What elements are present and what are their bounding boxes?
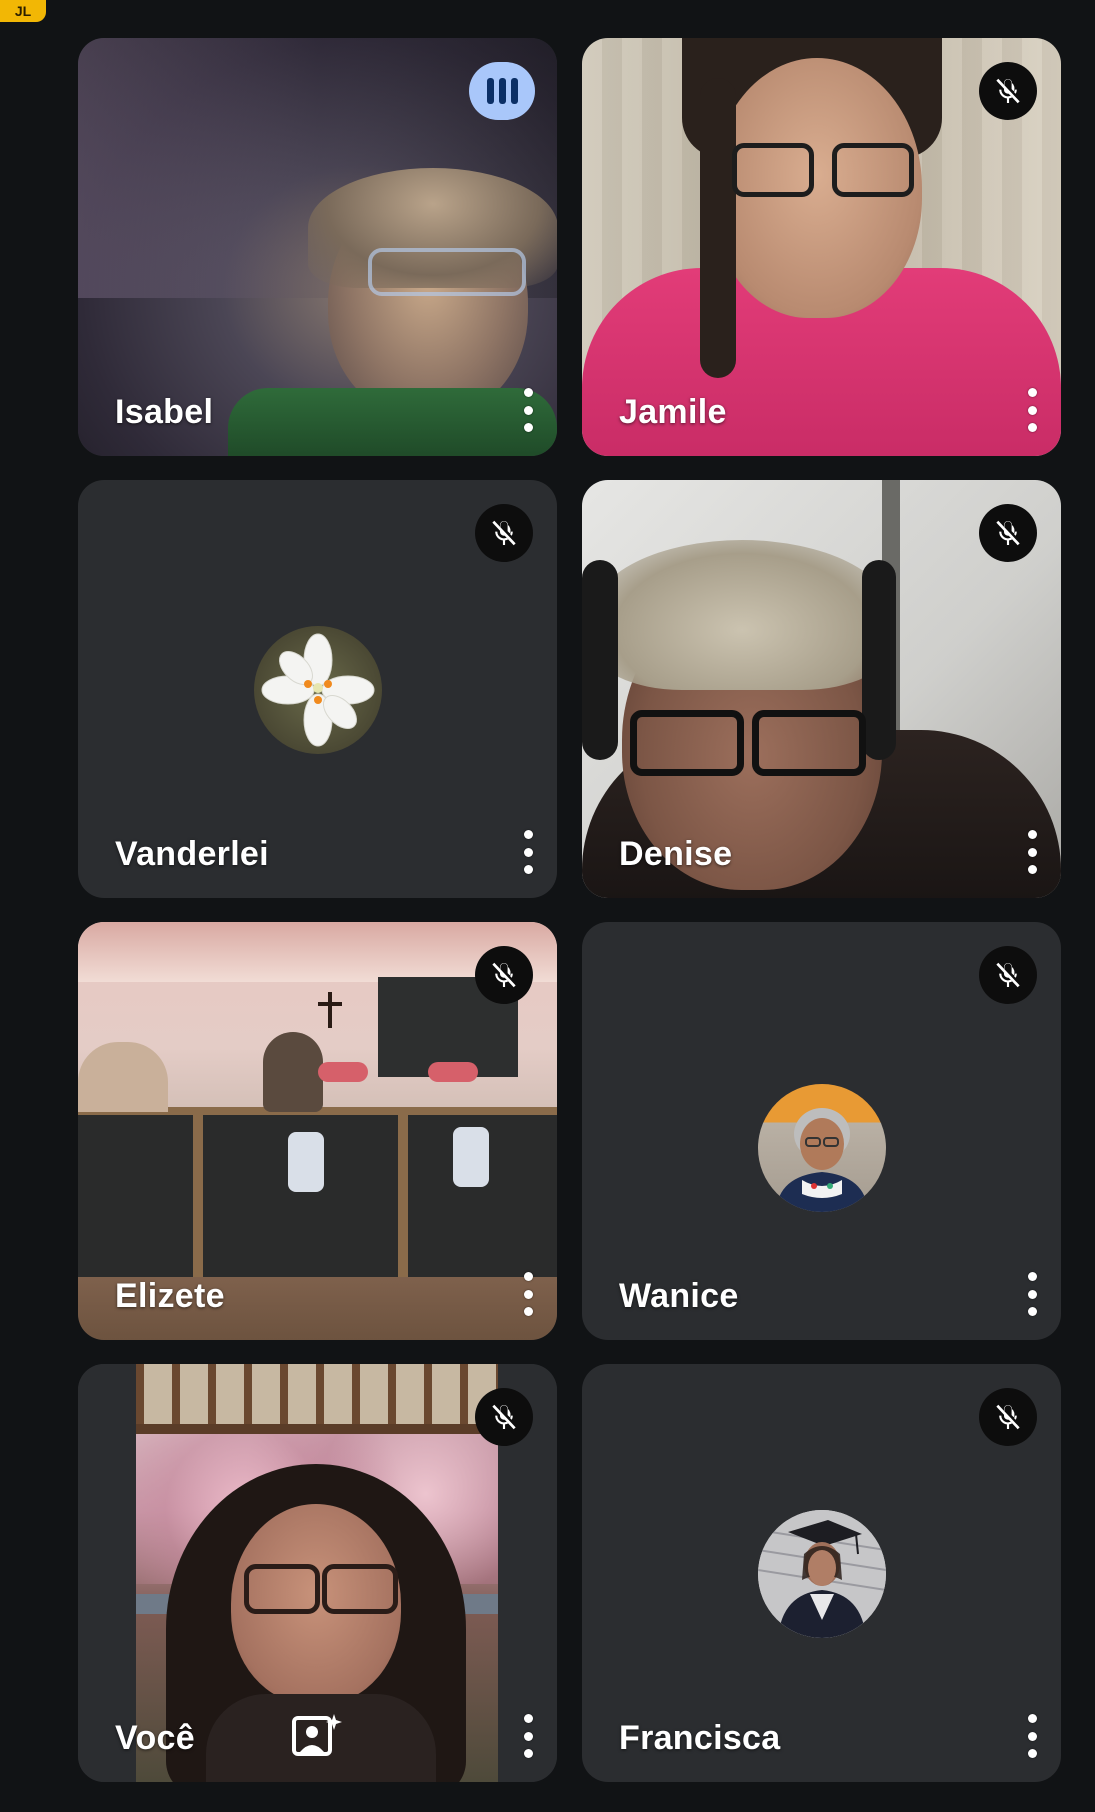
mic-off-icon (475, 1388, 533, 1446)
mic-off-icon (979, 62, 1037, 120)
more-vert-icon[interactable] (521, 1272, 535, 1316)
participant-tile-denise[interactable]: Denise (582, 480, 1061, 898)
meeting-grid: JL Isabel Jamile Vanderlei Denise Elizet… (0, 0, 1095, 1812)
more-vert-icon[interactable] (521, 830, 535, 874)
visual-effects-icon[interactable] (290, 1712, 342, 1760)
participant-tile-francisca[interactable]: Francisca (582, 1364, 1061, 1782)
corner-badge[interactable]: JL (0, 0, 46, 22)
mic-off-icon (475, 504, 533, 562)
mic-off-icon (979, 504, 1037, 562)
more-vert-icon[interactable] (1025, 388, 1039, 432)
participant-tile-wanice[interactable]: Wanice (582, 922, 1061, 1340)
participant-tile-isabel[interactable]: Isabel (78, 38, 557, 456)
participant-tile-jamile[interactable]: Jamile (582, 38, 1061, 456)
more-vert-icon[interactable] (1025, 1714, 1039, 1758)
mic-off-icon (979, 1388, 1037, 1446)
participant-tile-elizete[interactable]: Elizete (78, 922, 557, 1340)
participant-name: Denise (619, 835, 733, 873)
participant-name: Jamile (619, 393, 727, 431)
mic-off-icon (979, 946, 1037, 1004)
more-vert-icon[interactable] (521, 388, 535, 432)
avatar (253, 626, 382, 754)
participant-name: Você (115, 1719, 195, 1757)
participant-name: Vanderlei (115, 835, 269, 873)
participant-tile-vanderlei[interactable]: Vanderlei (78, 480, 557, 898)
participant-name: Isabel (115, 393, 214, 431)
participant-name: Wanice (619, 1277, 739, 1315)
participant-name: Francisca (619, 1719, 781, 1757)
more-vert-icon[interactable] (1025, 830, 1039, 874)
avatar (757, 1510, 886, 1638)
participant-tile-self[interactable]: Você (78, 1364, 557, 1782)
audio-level-icon (469, 62, 535, 120)
participant-name: Elizete (115, 1277, 225, 1315)
more-vert-icon[interactable] (521, 1714, 535, 1758)
mic-off-icon (475, 946, 533, 1004)
more-vert-icon[interactable] (1025, 1272, 1039, 1316)
avatar (757, 1084, 886, 1212)
